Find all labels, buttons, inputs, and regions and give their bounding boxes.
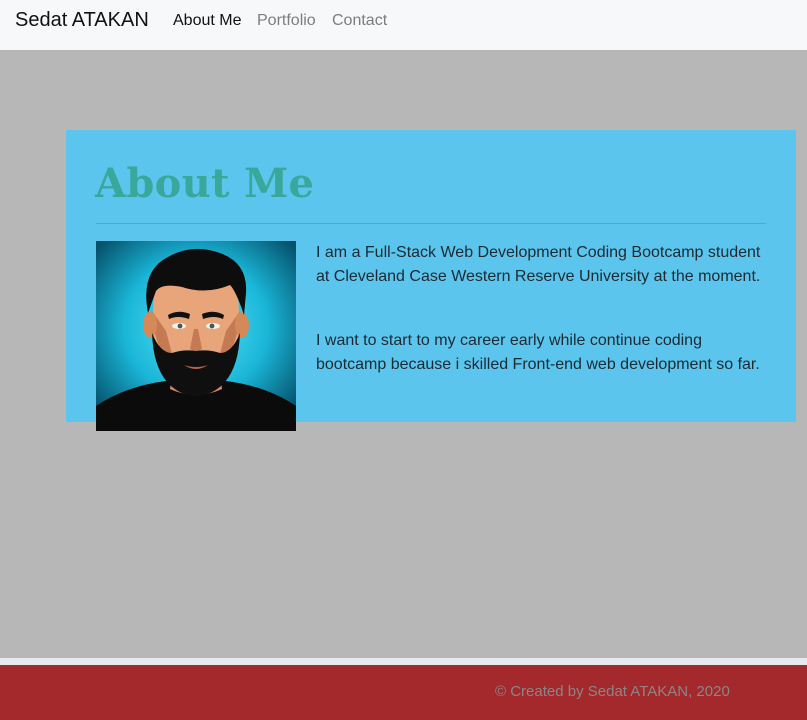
- footer-separator: [0, 658, 807, 665]
- top-navbar: Sedat ATAKAN About Me Portfolio Contact: [0, 0, 807, 50]
- brand-link[interactable]: Sedat ATAKAN: [15, 9, 149, 32]
- about-card: About Me I am a Full-Stack Web Developme…: [66, 130, 796, 431]
- avatar-image: [96, 241, 296, 431]
- about-paragraph-2: I want to start to my career early while…: [316, 332, 760, 373]
- about-title: About Me: [95, 160, 315, 207]
- title-divider: [96, 223, 766, 224]
- about-paragraph-1: I am a Full-Stack Web Development Coding…: [316, 244, 761, 285]
- footer-copyright: © Created by Sedat ATAKAN, 2020: [495, 683, 730, 700]
- nav-link-about-me[interactable]: About Me: [173, 12, 241, 30]
- nav-link-contact[interactable]: Contact: [332, 12, 387, 30]
- nav-link-portfolio[interactable]: Portfolio: [257, 12, 316, 30]
- page-footer: © Created by Sedat ATAKAN, 2020: [0, 665, 807, 720]
